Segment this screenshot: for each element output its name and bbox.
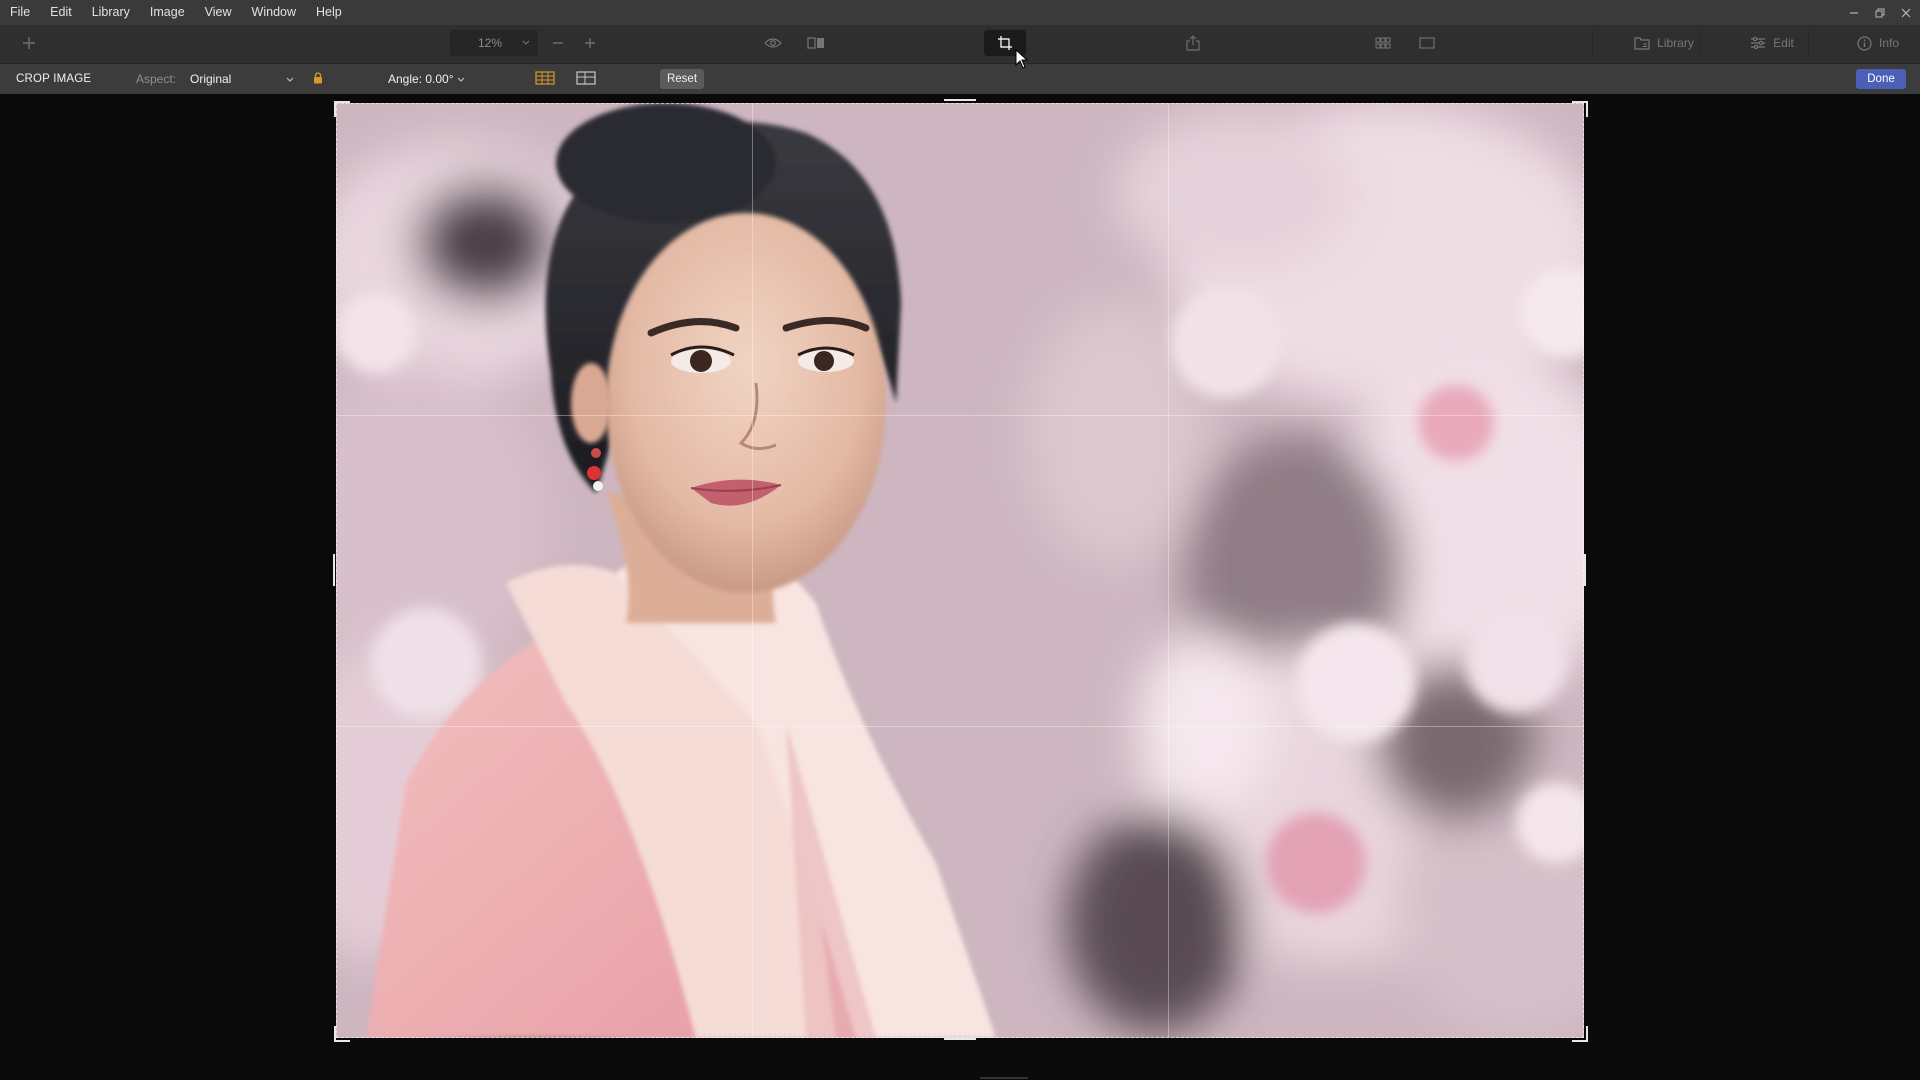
reset-button[interactable]: Reset (660, 69, 704, 89)
menu-view[interactable]: View (195, 0, 242, 25)
tab-info-label: Info (1878, 36, 1899, 50)
minimize-icon[interactable] (1846, 5, 1862, 21)
sliders-icon (1750, 36, 1766, 50)
add-button[interactable] (14, 30, 44, 56)
menu-help[interactable]: Help (306, 0, 352, 25)
chevron-down-icon (457, 72, 465, 86)
menu-window[interactable]: Window (242, 0, 306, 25)
crop-handle-right[interactable] (1584, 554, 1586, 586)
mouse-cursor-icon (1015, 48, 1029, 69)
crop-toolbar: CROP IMAGE Aspect: Original Angle: 0.00°… (0, 64, 1920, 94)
divider (1808, 31, 1809, 57)
photo-image (336, 103, 1584, 1038)
angle-value: Angle: 0.00° (388, 72, 454, 86)
photo (336, 103, 1584, 1038)
grid-view-button[interactable] (1366, 30, 1400, 56)
image-canvas (0, 94, 1920, 1080)
crop-handle-top-left[interactable] (334, 101, 350, 117)
divider (1592, 31, 1593, 57)
golden-grid-icon (576, 70, 596, 88)
preview-button[interactable] (756, 30, 790, 56)
aspect-label: Aspect: (136, 72, 177, 86)
menu-edit[interactable]: Edit (40, 0, 82, 25)
aspect-value: Original (190, 72, 232, 86)
zoom-in-icon (584, 37, 596, 49)
chevron-down-icon (522, 40, 530, 46)
menu-library[interactable]: Library (82, 0, 140, 25)
share-button[interactable] (1176, 30, 1210, 56)
crop-handle-bottom[interactable] (944, 1038, 976, 1040)
plus-icon (22, 36, 36, 50)
aspect-lock-toggle[interactable] (313, 64, 325, 94)
menu-image[interactable]: Image (140, 0, 195, 25)
toolbar: 12% Library Edit Info (0, 25, 1920, 64)
divider (1700, 31, 1701, 57)
info-icon (1857, 35, 1872, 51)
close-icon[interactable] (1898, 5, 1914, 21)
menu-file[interactable]: File (0, 0, 40, 25)
share-icon (1186, 35, 1200, 51)
crop-handle-top[interactable] (944, 99, 976, 101)
done-button[interactable]: Done (1856, 69, 1906, 89)
grid-view-icon (1375, 37, 1391, 49)
aspect-select[interactable]: Original (190, 64, 294, 94)
crop-handle-top-right[interactable] (1572, 101, 1588, 117)
tab-info[interactable]: Info (1810, 30, 1920, 56)
compare-icon (807, 37, 825, 49)
thirds-grid-icon (535, 70, 555, 88)
crop-handle-bottom-right[interactable] (1572, 1026, 1588, 1042)
golden-grid-button[interactable] (576, 64, 598, 94)
crop-handle-left[interactable] (333, 554, 335, 586)
scroll-indicator (980, 1077, 1028, 1079)
lock-icon (313, 71, 323, 87)
zoom-in-button[interactable] (576, 30, 604, 56)
chevron-down-icon (286, 72, 294, 86)
zoom-select[interactable]: 12% (450, 30, 538, 56)
restore-icon[interactable] (1872, 5, 1888, 21)
single-view-button[interactable] (1410, 30, 1444, 56)
crop-handle-bottom-left[interactable] (334, 1026, 350, 1042)
zoom-out-icon (552, 37, 564, 49)
angle-dropdown[interactable]: Angle: 0.00° (388, 64, 465, 94)
menu-bar: File Edit Library Image View Window Help (0, 0, 1920, 25)
zoom-value: 12% (477, 36, 503, 50)
tab-library-label: Library (1657, 36, 1694, 50)
crop-icon (997, 35, 1013, 51)
crop-title: CROP IMAGE (16, 73, 92, 85)
zoom-out-button[interactable] (544, 30, 572, 56)
compare-button[interactable] (799, 30, 833, 56)
thirds-grid-button[interactable] (535, 64, 557, 94)
tab-edit-label: Edit (1773, 36, 1794, 50)
single-view-icon (1419, 37, 1435, 49)
eye-icon (764, 37, 782, 49)
window-controls (1846, 0, 1914, 25)
library-icon (1634, 36, 1650, 50)
